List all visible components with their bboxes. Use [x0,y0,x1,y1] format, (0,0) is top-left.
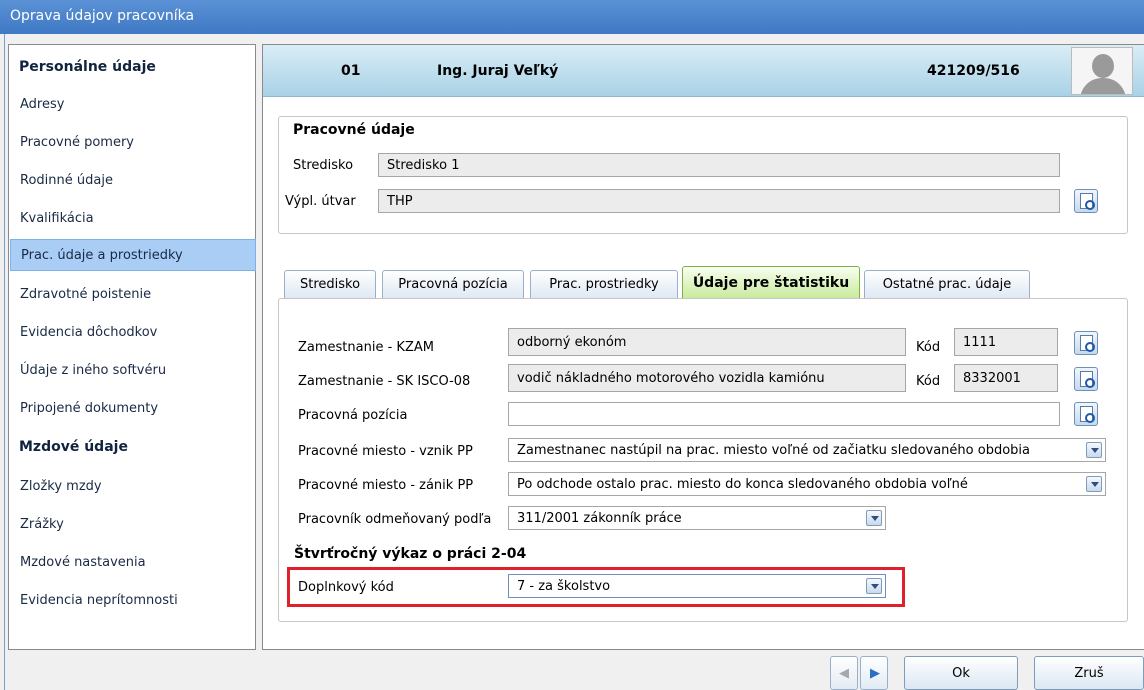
zanik-select[interactable]: Po odchode ostalo prac. miesto do konca … [508,472,1106,496]
kzam-label: Zamestnanie - KZAM [298,340,434,355]
pozicia-field[interactable] [508,402,1060,426]
kzam-kod-field[interactable]: 1111 [954,328,1058,356]
sidebar-item-employment[interactable]: Pracovné pomery [10,127,256,159]
isco-kod-field[interactable]: 8332001 [954,364,1058,392]
sidebar-item-absence[interactable]: Evidencia neprítomnosti [10,585,256,617]
sidebar-item-wage-components[interactable]: Zložky mzdy [10,471,256,503]
pozicia-label: Pracovná pozícia [298,408,408,423]
sidebar-item-documents[interactable]: Pripojené dokumenty [10,393,256,425]
vykaz-title: Štvrťročný výkaz o práci 2-04 [294,546,527,562]
employee-header: 01 Ing. Juraj Veľký 421209/516 [263,45,1144,97]
sidebar-item-other-software[interactable]: Údaje z iného softvéru [10,355,256,387]
utvar-label: Výpl. útvar [285,194,356,209]
odmena-dropdown-icon[interactable] [866,510,882,526]
tab-statistics[interactable]: Údaje pre štatistiku [682,266,860,298]
utvar-lookup-icon[interactable] [1074,189,1098,213]
pozicia-lookup-icon[interactable] [1074,402,1098,426]
kzam-lookup-icon[interactable] [1074,331,1098,355]
sidebar-item-payroll-settings[interactable]: Mzdové nastavenia [10,547,256,579]
sidebar-item-qualification[interactable]: Kvalifikácia [10,203,256,235]
work-data-title: Pracovné údaje [293,122,415,138]
ok-button[interactable]: Ok [904,656,1018,690]
odmena-select[interactable]: 311/2001 zákonník práce [508,506,886,530]
tab-other-work-data[interactable]: Ostatné prac. údaje [864,270,1030,298]
cancel-button[interactable]: Zruš [1034,656,1144,690]
zanik-dropdown-icon[interactable] [1086,476,1102,492]
isco-label: Zamestnanie - SK ISCO-08 [298,374,471,389]
sidebar: Personálne údaje Adresy Pracovné pomery … [8,44,256,650]
zanik-label: Pracovné miesto - zánik PP [298,478,474,493]
window-title: Oprava údajov pracovníka [10,8,195,24]
tab-prac-prostriedky[interactable]: Prac. prostriedky [530,270,678,298]
sidebar-item-work-data[interactable]: Prac. údaje a prostriedky [10,239,256,271]
tab-pracovna-pozicia[interactable]: Pracovná pozícia [382,270,524,298]
employee-id: 421209/516 [927,63,1020,79]
arrow-left-icon[interactable]: ◀ [830,656,858,690]
employee-number: 01 [341,63,361,79]
utvar-field[interactable]: THP [378,189,1060,213]
tab-stredisko[interactable]: Stredisko [284,270,376,298]
isco-field[interactable]: vodič nákladného motorového vozidla kami… [508,364,906,392]
window-titlebar: Oprava údajov pracovníka [0,0,1144,34]
stredisko-field[interactable]: Stredisko 1 [378,153,1060,177]
sidebar-item-addresses[interactable]: Adresy [10,89,256,121]
sidebar-item-family[interactable]: Rodinné údaje [10,165,256,197]
employee-name: Ing. Juraj Veľký [437,63,559,79]
arrow-right-icon[interactable]: ▶ [860,656,888,690]
user-avatar-icon [1071,47,1133,95]
isco-kod-label: Kód [916,374,941,389]
kzam-field[interactable]: odborný ekonóm [508,328,906,356]
sidebar-item-deductions[interactable]: Zrážky [10,509,256,541]
isco-lookup-icon[interactable] [1074,367,1098,391]
vznik-dropdown-icon[interactable] [1086,442,1102,458]
kzam-kod-label: Kód [916,340,941,355]
vznik-label: Pracovné miesto - vznik PP [298,444,473,459]
vznik-select[interactable]: Zamestnanec nastúpil na prac. miesto voľ… [508,438,1106,462]
sidebar-section-personal: Personálne údaje [19,59,156,75]
sidebar-section-payroll: Mzdové údaje [19,439,128,455]
stredisko-label: Stredisko [293,158,354,173]
highlight-box [287,567,905,607]
odmena-label: Pracovník odmeňovaný podľa [298,512,492,527]
sidebar-item-pension[interactable]: Evidencia dôchodkov [10,317,256,349]
sidebar-item-health-insurance[interactable]: Zdravotné poistenie [10,279,256,311]
